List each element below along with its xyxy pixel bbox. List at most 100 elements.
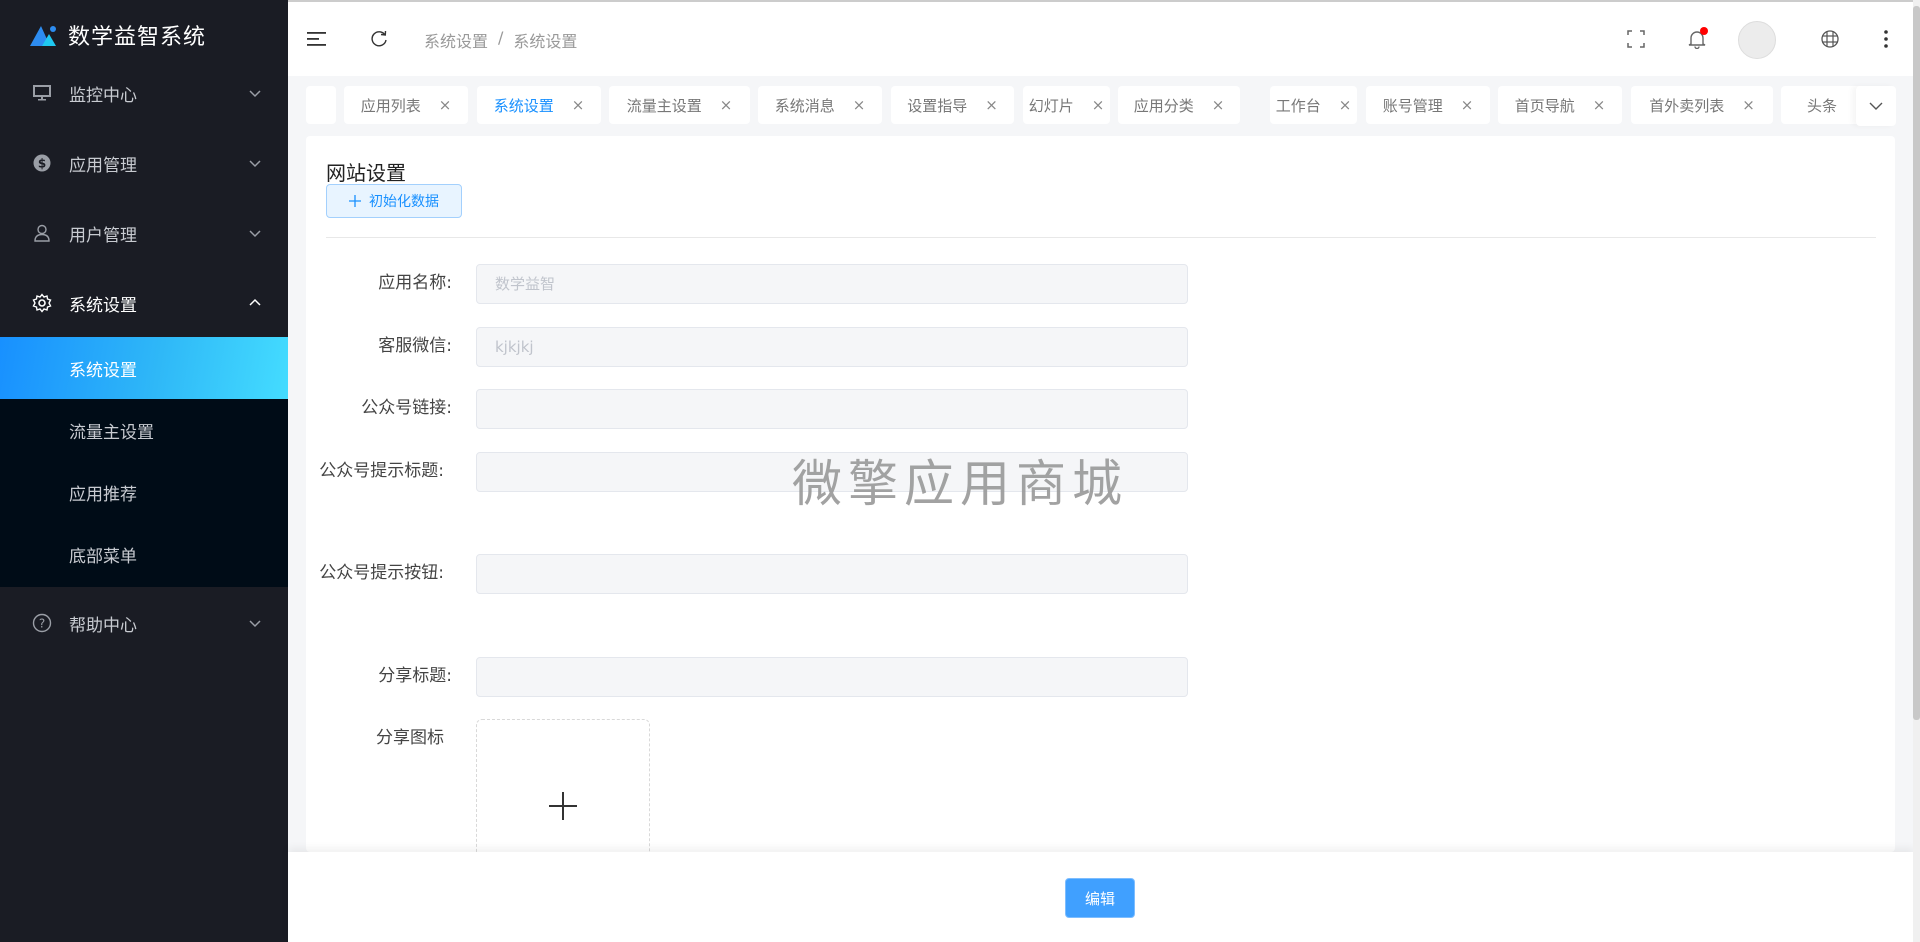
sidebar-item-users[interactable]: 用户管理 [0, 198, 288, 268]
tab-setup-guide[interactable]: 设置指导 × [891, 86, 1014, 124]
close-icon[interactable]: × [1742, 96, 1755, 114]
share-icon-upload[interactable] [476, 719, 650, 852]
official-account-link-input[interactable] [476, 389, 1188, 429]
edit-button[interactable]: 编辑 [1065, 878, 1135, 918]
tab-label: 系统消息 [774, 96, 835, 115]
breadcrumb-separator: / [498, 28, 504, 47]
tab-label: 首页导航 [1514, 96, 1575, 115]
init-data-button[interactable]: 初始化数据 [326, 184, 462, 218]
official-account-tip-title-label: 公众号提示标题: [319, 461, 444, 481]
logo[interactable]: 数学益智系统 [30, 18, 206, 52]
tab-label: 系统设置 [493, 96, 554, 115]
sidebar-item-help[interactable]: ? 帮助中心 [0, 588, 288, 658]
tab-home[interactable] [306, 86, 336, 124]
page-title: 网站设置 [326, 161, 406, 185]
submenu-item-label: 流量主设置 [69, 422, 154, 443]
plus-icon [549, 792, 577, 820]
help-icon: ? [32, 613, 52, 633]
tab-label: 幻灯片 [1028, 96, 1074, 115]
svg-text:$: $ [38, 157, 46, 171]
tab-label: 应用分类 [1133, 96, 1194, 115]
tab-takeout-list[interactable]: 首外卖列表 × [1631, 86, 1773, 124]
tab-label: 首外卖列表 [1649, 96, 1725, 115]
submenu-item-bottom-menu[interactable]: 底部菜单 [0, 523, 288, 585]
tab-system-messages[interactable]: 系统消息 × [758, 86, 882, 124]
official-account-link-label: 公众号链接: [361, 398, 452, 418]
close-icon[interactable]: × [853, 96, 866, 114]
breadcrumb-item[interactable]: 系统设置 [424, 28, 488, 52]
official-account-tip-button-input[interactable] [476, 554, 1188, 594]
dollar-icon: $ [32, 153, 52, 173]
sidebar-item-label: 帮助中心 [69, 615, 137, 636]
sidebar-item-apps[interactable]: $ 应用管理 [0, 128, 288, 198]
sidebar-item-label: 监控中心 [69, 85, 137, 106]
app-name-input[interactable] [476, 264, 1188, 304]
more-icon[interactable] [1875, 28, 1897, 50]
chevron-down-icon [249, 230, 261, 238]
chevron-up-icon [249, 298, 261, 306]
close-icon[interactable]: × [1461, 96, 1474, 114]
tab-label: 设置指导 [907, 96, 968, 115]
submenu-item-label: 底部菜单 [69, 546, 137, 567]
tab-slides[interactable]: 幻灯片 × [1023, 86, 1110, 124]
monitor-icon [32, 83, 52, 103]
close-icon[interactable]: × [1212, 96, 1225, 114]
logo-icon [30, 26, 56, 46]
scrollbar-thumb[interactable] [1913, 6, 1920, 720]
tab-label: 账号管理 [1382, 96, 1443, 115]
avatar[interactable] [1738, 21, 1776, 59]
settings-submenu: 系统设置 流量主设置 应用推荐 底部菜单 [0, 337, 288, 587]
chevron-down-icon [249, 90, 261, 98]
tab-account-management[interactable]: 账号管理 × [1366, 86, 1490, 124]
sidebar-item-label: 系统设置 [69, 295, 137, 316]
app-name-label: 应用名称: [378, 273, 452, 293]
chevron-down-icon [249, 620, 261, 628]
chevron-down-icon [1869, 102, 1883, 110]
notification-dot [1700, 27, 1708, 35]
plus-icon [349, 195, 361, 207]
top-header: 系统设置 / 系统设置 [288, 0, 1914, 76]
menu-toggle-icon[interactable] [306, 28, 328, 50]
submenu-item-traffic-settings[interactable]: 流量主设置 [0, 399, 288, 461]
submenu-item-label: 应用推荐 [69, 484, 137, 505]
globe-icon[interactable] [1819, 28, 1841, 50]
wechat-input[interactable] [476, 327, 1188, 367]
close-icon[interactable]: × [439, 96, 452, 114]
init-data-label: 初始化数据 [369, 194, 439, 210]
tab-label: 工作台 [1275, 96, 1321, 115]
sidebar-item-label: 应用管理 [69, 155, 137, 176]
tab-app-categories[interactable]: 应用分类 × [1118, 86, 1240, 124]
share-title-input[interactable] [476, 657, 1188, 697]
breadcrumb: 系统设置 / 系统设置 [424, 28, 577, 52]
close-icon[interactable]: × [1092, 96, 1105, 114]
close-icon[interactable]: × [1339, 96, 1352, 114]
tab-bar: 应用列表 × 系统设置 × 流量主设置 × 系统消息 × 设置指导 × 幻灯片 × 应用分类… [288, 76, 1914, 134]
close-icon[interactable]: × [720, 96, 733, 114]
sidebar-item-settings[interactable]: 系统设置 [0, 268, 288, 338]
bell-icon[interactable] [1686, 27, 1708, 50]
sidebar-item-monitor[interactable]: 监控中心 [0, 58, 288, 128]
wechat-label: 客服微信: [378, 336, 452, 356]
footer-bar: 编辑 [288, 852, 1914, 942]
tab-app-list[interactable]: 应用列表 × [344, 86, 468, 124]
submenu-item-app-recommend[interactable]: 应用推荐 [0, 461, 288, 523]
tab-label: 头条 [1807, 96, 1838, 115]
tabs-dropdown-button[interactable] [1856, 86, 1896, 126]
tab-traffic-settings[interactable]: 流量主设置 × [609, 86, 750, 124]
close-icon[interactable]: × [1593, 96, 1606, 114]
chevron-down-icon [249, 160, 261, 168]
tab-workbench[interactable]: 工作台 × [1270, 86, 1357, 124]
share-title-label: 分享标题: [378, 666, 452, 686]
app-title: 数学益智系统 [68, 25, 207, 50]
close-icon[interactable]: × [985, 96, 998, 114]
user-icon [32, 223, 52, 243]
close-icon[interactable]: × [572, 96, 585, 114]
tab-home-nav[interactable]: 首页导航 × [1498, 86, 1622, 124]
fullscreen-icon[interactable] [1625, 28, 1647, 50]
page-scrollbar[interactable] [1913, 0, 1920, 942]
sidebar-item-label: 用户管理 [69, 225, 137, 246]
tab-system-settings[interactable]: 系统设置 × [477, 86, 601, 124]
official-account-tip-title-input[interactable] [476, 452, 1188, 492]
submenu-item-system-settings[interactable]: 系统设置 [0, 337, 288, 399]
refresh-icon[interactable] [368, 28, 390, 50]
